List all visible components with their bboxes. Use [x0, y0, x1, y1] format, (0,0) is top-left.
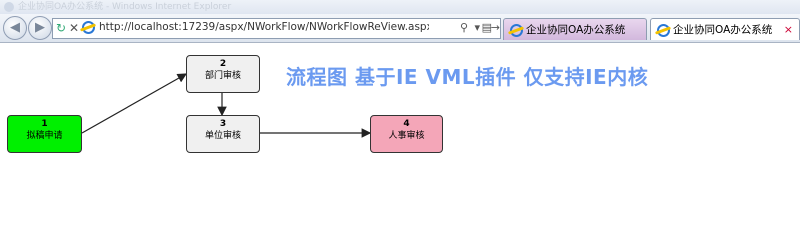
window-title: 企业协同OA办公系统 - Windows Internet Explorer — [18, 2, 232, 12]
tab-inactive[interactable]: 企业协同OA办公系统 — [503, 18, 647, 40]
tab-ie-icon — [510, 24, 523, 37]
back-icon: ◀ — [10, 20, 20, 35]
address-bar[interactable]: ↻ ✕ http://localhost:17239/aspx/NWorkFlo… — [52, 18, 501, 39]
stop-icon[interactable]: ✕ — [69, 20, 79, 37]
node-label: 拟稿申请 — [26, 131, 63, 141]
node-number: 3 — [219, 119, 227, 129]
flow-node-2[interactable]: 2 部门审核 — [186, 55, 260, 93]
flow-node-3[interactable]: 3 单位审核 — [186, 115, 260, 153]
window-titlebar: 企业协同OA办公系统 - Windows Internet Explorer — [0, 0, 800, 14]
node-number: 2 — [219, 59, 227, 69]
address-url[interactable]: http://localhost:17239/aspx/NWorkFlow/NW… — [99, 19, 429, 36]
tab-active[interactable]: 企业协同OA办公系统 × — [650, 18, 800, 40]
refresh-icon[interactable]: ↻ — [56, 20, 66, 37]
node-label: 人事审核 — [388, 131, 425, 141]
close-tab-icon[interactable]: × — [784, 19, 793, 41]
back-button[interactable]: ◀ — [3, 16, 27, 40]
flow-banner: 流程图 基于IE VML插件 仅支持IE内核 — [286, 65, 649, 89]
go-icon[interactable]: → — [491, 20, 500, 36]
flow-node-1[interactable]: 1 拟稿申请 — [7, 115, 82, 153]
node-number: 4 — [403, 119, 410, 129]
tab-ie-icon — [657, 24, 670, 37]
flow-node-4[interactable]: 4 人事审核 — [370, 115, 443, 153]
dropdown-icon[interactable]: ▾ — [474, 20, 480, 36]
browser-toolbar: ◀ ▶ ↻ ✕ http://localhost:17239/aspx/NWor… — [0, 14, 800, 43]
edge-1-2 — [81, 73, 188, 134]
window-ie-icon — [4, 2, 14, 12]
tab-label: 企业协同OA办公系统 — [526, 24, 626, 36]
forward-button[interactable]: ▶ — [28, 16, 52, 40]
flow-diagram: 1 拟稿申请 2 部门审核 3 单位审核 4 人事审核 流程图 基于IE VML… — [0, 43, 800, 237]
tab-label: 企业协同OA办公系统 — [673, 24, 773, 36]
node-label: 单位审核 — [204, 131, 241, 141]
forward-icon: ▶ — [35, 20, 45, 35]
node-number: 1 — [41, 119, 48, 129]
ie-icon — [82, 21, 95, 34]
search-icon[interactable]: ⚲ — [460, 20, 468, 36]
node-label: 部门审核 — [204, 71, 241, 81]
